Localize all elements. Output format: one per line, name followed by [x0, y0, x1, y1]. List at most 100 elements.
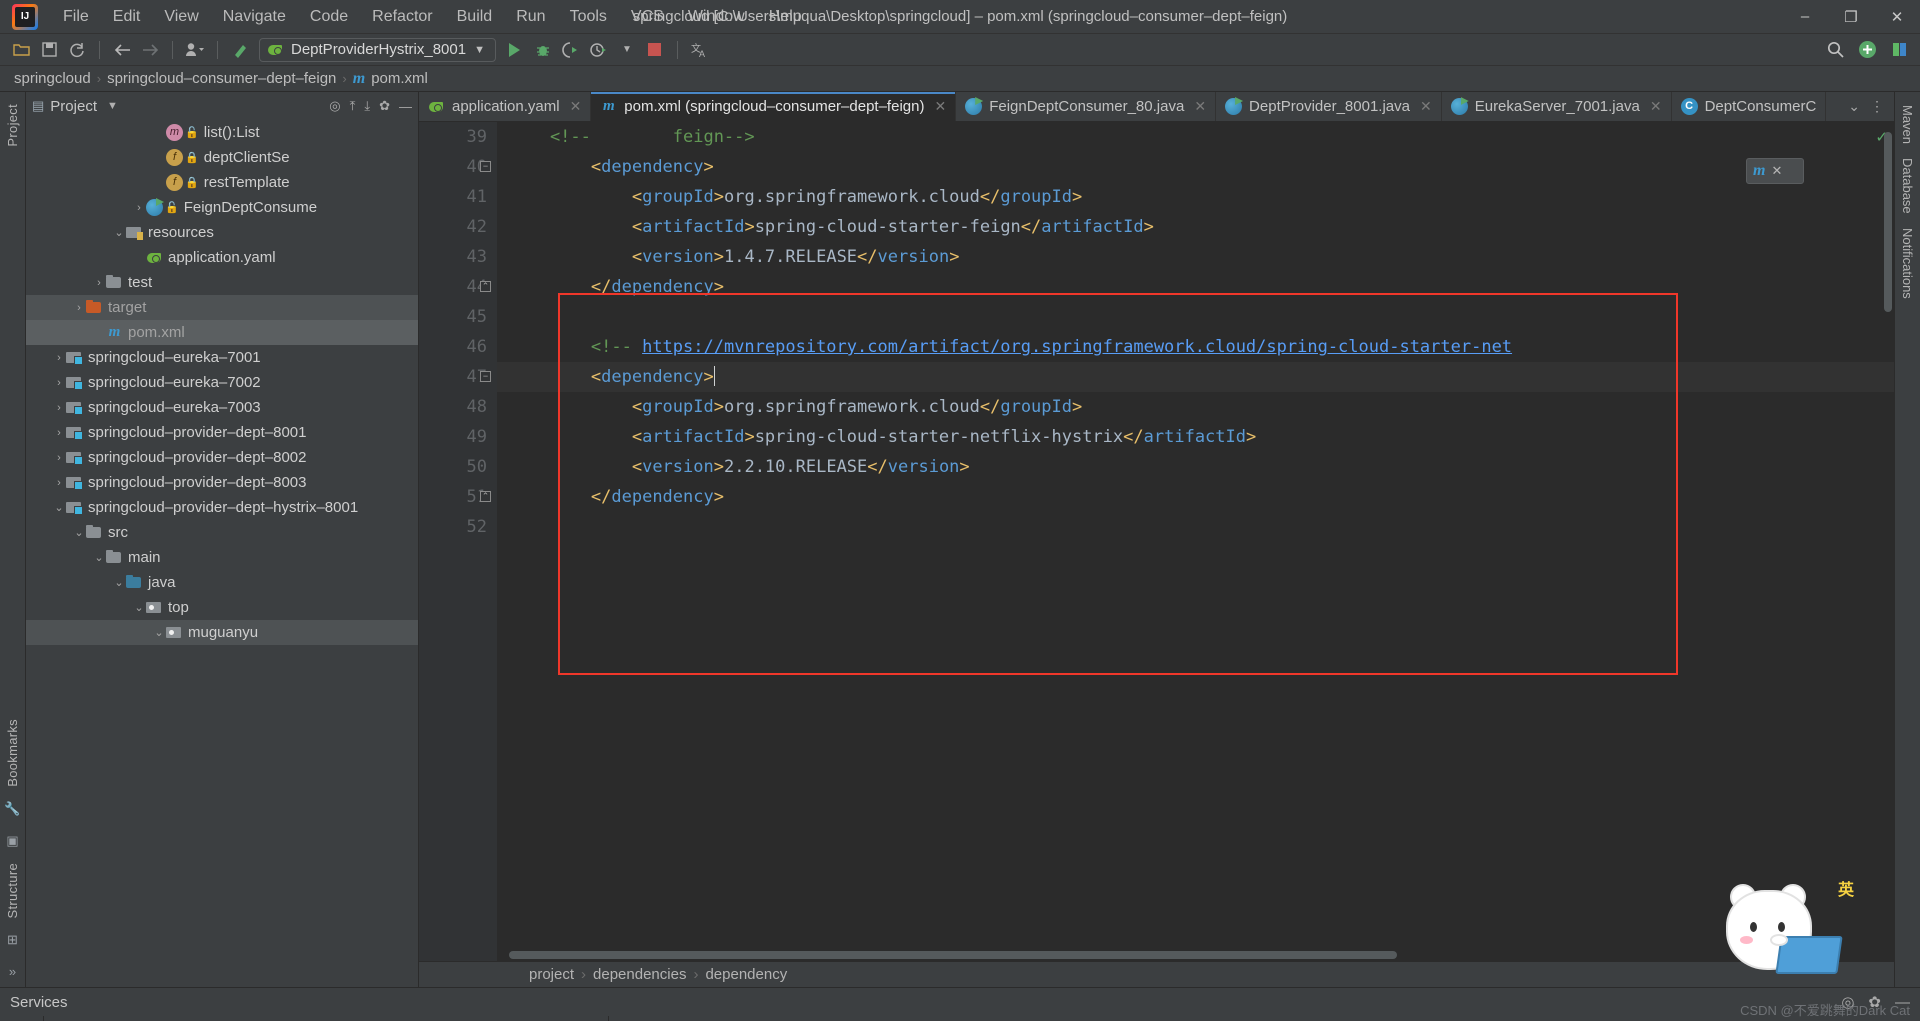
- project-tree-item[interactable]: ⌄ java: [26, 570, 418, 595]
- menu-build[interactable]: Build: [446, 4, 504, 30]
- project-tree-item[interactable]: › springcloud–provider–dept–8003: [26, 470, 418, 495]
- project-tree-item[interactable]: › 🔓 FeignDeptConsume: [26, 195, 418, 220]
- rail-maven-label[interactable]: Maven: [1900, 105, 1915, 144]
- rail-notifications-label[interactable]: Notifications: [1900, 228, 1915, 299]
- fold-expand-icon[interactable]: ⌃: [480, 491, 491, 502]
- services-tab-bar[interactable]: ConsoleActuator: [609, 1016, 1920, 1021]
- open-folder-icon[interactable]: [8, 38, 34, 62]
- editor-line[interactable]: <version>1.4.7.RELEASE</version>: [497, 242, 1894, 272]
- project-tree-item[interactable]: application.yaml: [26, 245, 418, 270]
- close-icon[interactable]: ✕: [1194, 98, 1206, 115]
- services-tab[interactable]: Actuator: [696, 1016, 807, 1021]
- tree-expand-arrow[interactable]: ⌄: [72, 526, 86, 539]
- menu-edit[interactable]: Edit: [102, 4, 152, 30]
- sync-icon[interactable]: [64, 38, 90, 62]
- tree-expand-arrow[interactable]: ⌄: [92, 551, 106, 564]
- locate-icon[interactable]: ◎: [329, 98, 340, 114]
- services-tab[interactable]: Console: [609, 1016, 696, 1021]
- rail-project-label[interactable]: Project: [5, 104, 20, 147]
- project-tree-item[interactable]: ⌄ top: [26, 595, 418, 620]
- project-tree-item[interactable]: › springcloud–eureka–7002: [26, 370, 418, 395]
- tree-expand-arrow[interactable]: ›: [92, 277, 106, 289]
- footer-crumb-dependencies[interactable]: dependencies: [593, 966, 686, 983]
- restore-button[interactable]: ❐: [1828, 0, 1874, 34]
- rail-database-label[interactable]: Database: [1900, 158, 1915, 214]
- editor-line[interactable]: </dependency>: [497, 272, 1894, 302]
- menu-view[interactable]: View: [153, 4, 209, 30]
- editor-line[interactable]: <version>2.2.10.RELEASE</version>: [497, 452, 1894, 482]
- project-tree-item[interactable]: › springcloud–eureka–7003: [26, 395, 418, 420]
- close-icon[interactable]: ✕: [570, 98, 582, 115]
- menu-run[interactable]: Run: [505, 4, 556, 30]
- project-tree-item[interactable]: f 🔒 restTemplate: [26, 170, 418, 195]
- editor-gutter[interactable]: 39 40−41 42 43 44 ⌃ 45 46 47−48 49 50 51 ⌃ 52: [419, 122, 497, 961]
- editor-line[interactable]: [497, 302, 1894, 332]
- menu-navigate[interactable]: Navigate: [212, 4, 297, 30]
- editor-tab-strip[interactable]: application.yaml ✕ m pom.xml (springcloud–c…: [419, 92, 1894, 122]
- project-tree-item[interactable]: › springcloud–eureka–7001: [26, 345, 418, 370]
- editor-line[interactable]: <dependency>: [497, 362, 1894, 392]
- rail-bookmarks-label[interactable]: Bookmarks: [5, 719, 20, 787]
- run-configuration-selector[interactable]: DeptProviderHystrix_8001 ▼: [259, 37, 496, 62]
- fold-collapse-icon[interactable]: −: [480, 161, 491, 172]
- project-tree-item[interactable]: › test: [26, 270, 418, 295]
- tree-expand-arrow[interactable]: ⌄: [112, 576, 126, 589]
- fold-expand-icon[interactable]: ⌃: [480, 281, 491, 292]
- wrench-icon[interactable]: 🔧: [4, 801, 20, 817]
- project-tree-item[interactable]: f 🔒 deptClientSe: [26, 145, 418, 170]
- editor-tab[interactable]: FeignDeptConsumer_80.java ✕: [956, 92, 1217, 121]
- tree-expand-arrow[interactable]: ⌄: [52, 501, 66, 514]
- close-icon[interactable]: ✕: [1771, 163, 1782, 179]
- debug-icon[interactable]: [530, 38, 556, 62]
- minimize-button[interactable]: –: [1782, 0, 1828, 34]
- menu-tools[interactable]: Tools: [559, 4, 618, 30]
- editor-line[interactable]: <!-- https://mvnrepository.com/artifact/…: [497, 332, 1894, 362]
- breadcrumb-item-module[interactable]: springcloud–consumer–dept–feign: [107, 70, 336, 87]
- project-tree-item[interactable]: ⌄ resources: [26, 220, 418, 245]
- editor-line[interactable]: [497, 512, 1894, 542]
- collapse-all-icon[interactable]: ⤓: [364, 98, 370, 114]
- ide-settings-icon[interactable]: [1886, 38, 1912, 62]
- translate-icon[interactable]: 文A: [687, 38, 713, 62]
- tree-expand-arrow[interactable]: ›: [52, 427, 66, 439]
- run-icon[interactable]: [502, 38, 528, 62]
- menu-file[interactable]: File: [52, 4, 100, 30]
- editor-tab[interactable]: application.yaml ✕: [419, 92, 592, 121]
- tree-expand-arrow[interactable]: ⌄: [132, 601, 146, 614]
- code-editor[interactable]: 39 40−41 42 43 44 ⌃ 45 46 47−48 49 50 51 ⌃ 52 <!-- fe…: [419, 122, 1894, 961]
- editor-vertical-scrollbar[interactable]: [1884, 132, 1892, 312]
- editor-tab[interactable]: EurekaServer_7001.java ✕: [1442, 92, 1672, 121]
- stop-icon[interactable]: [642, 38, 668, 62]
- forward-arrow-icon[interactable]: [137, 38, 163, 62]
- more-vertical-icon[interactable]: ⋮: [1870, 98, 1884, 115]
- project-tree-item[interactable]: ⌄ muguanyu: [26, 620, 418, 645]
- close-icon[interactable]: ✕: [1420, 98, 1432, 115]
- close-icon[interactable]: ✕: [1650, 98, 1662, 115]
- plugin-update-icon[interactable]: [1854, 38, 1880, 62]
- camera-icon[interactable]: ▣: [6, 833, 18, 849]
- project-tree-item[interactable]: › springcloud–provider–dept–8001: [26, 420, 418, 445]
- tree-expand-arrow[interactable]: ›: [52, 452, 66, 464]
- project-tree-item[interactable]: › target: [26, 295, 418, 320]
- search-everywhere-icon[interactable]: [1822, 38, 1848, 62]
- editor-line[interactable]: <groupId>org.springframework.cloud</grou…: [497, 182, 1894, 212]
- menu-vcs[interactable]: VCS: [620, 4, 675, 30]
- editor-horizontal-scrollbar[interactable]: [509, 951, 1854, 959]
- tree-expand-arrow[interactable]: ›: [52, 377, 66, 389]
- rail-structure-label[interactable]: Structure: [5, 863, 20, 918]
- fold-collapse-icon[interactable]: −: [480, 371, 491, 382]
- project-tree-item[interactable]: ⌄ src: [26, 520, 418, 545]
- tree-expand-arrow[interactable]: ›: [132, 202, 146, 214]
- editor-tab[interactable]: m pom.xml (springcloud–consumer–dept–feig…: [591, 92, 957, 121]
- footer-crumb-project[interactable]: project: [529, 966, 574, 983]
- menu-code[interactable]: Code: [299, 4, 359, 30]
- run-with-coverage-icon[interactable]: [558, 38, 584, 62]
- editor-line[interactable]: <artifactId>spring-cloud-starter-feign</…: [497, 212, 1894, 242]
- menu-help[interactable]: Help: [758, 4, 813, 30]
- tree-expand-arrow[interactable]: ›: [52, 402, 66, 414]
- project-tree-item[interactable]: › springcloud–provider–dept–8002: [26, 445, 418, 470]
- tree-expand-arrow[interactable]: ⌄: [112, 226, 126, 239]
- close-icon[interactable]: ✕: [934, 98, 946, 115]
- profiler-icon[interactable]: [586, 38, 612, 62]
- editor-code-lines[interactable]: <!-- feign--> <dependency> <groupId>org.…: [497, 122, 1894, 961]
